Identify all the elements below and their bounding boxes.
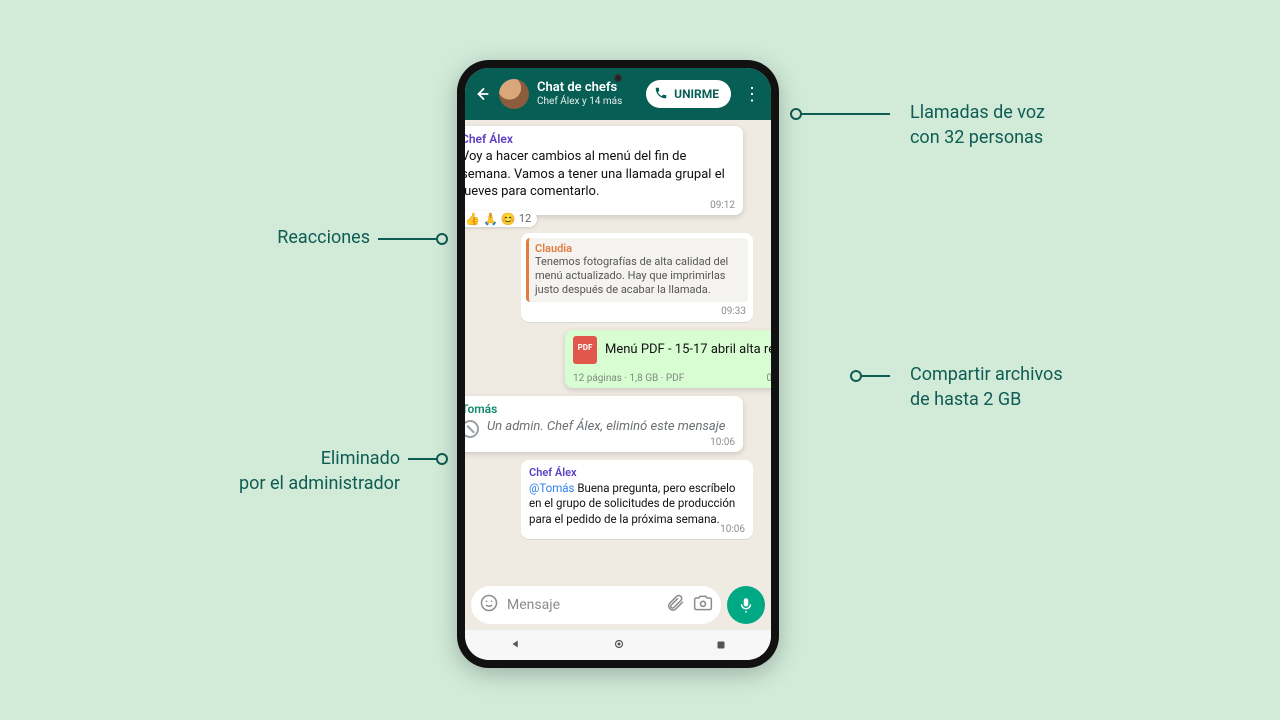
chat-title-block[interactable]: Chat de chefs Chef Álex y 14 más <box>537 81 638 106</box>
back-icon[interactable] <box>471 84 491 104</box>
message-time: 09:34 <box>767 373 772 384</box>
prohibited-icon <box>465 420 479 438</box>
callout-deleted-l2: por el administrador <box>150 471 400 496</box>
callout-voice-l1: Llamadas de voz <box>910 100 1160 125</box>
nav-back-icon[interactable] <box>509 636 523 655</box>
nav-home-icon[interactable] <box>612 636 626 655</box>
message-bubble[interactable]: Claudia Tenemos fotografías de alta cali… <box>521 233 753 322</box>
callout-voice-l2: con 32 personas <box>910 125 1160 150</box>
sender-name: Tomás <box>465 402 735 416</box>
group-avatar[interactable] <box>499 79 529 109</box>
phone-screen: Chat de chefs Chef Álex y 14 más UNIRME … <box>465 68 771 660</box>
reaction-emoji: 😊 <box>501 212 516 226</box>
nav-recent-icon[interactable] <box>715 636 727 655</box>
message-time: 09:12 <box>710 200 735 211</box>
deleted-text: Un admin. Chef Álex, eliminó este mensaj… <box>487 418 726 436</box>
message-bubble[interactable]: Chef Álex Voy a hacer cambios al menú de… <box>465 126 743 215</box>
input-placeholder: Mensaje <box>507 597 657 613</box>
sender-name: Chef Álex <box>465 132 735 146</box>
message-text: Voy a hacer cambios al menú del fin de s… <box>465 148 735 201</box>
callout-reactions: Reacciones <box>277 227 370 248</box>
deleted-message-bubble[interactable]: Tomás Un admin. Chef Álex, eliminó este … <box>465 396 743 452</box>
chat-body: Chef Álex Voy a hacer cambios al menú de… <box>465 120 771 580</box>
reaction-emoji: 👍 <box>465 212 480 226</box>
camera-icon[interactable] <box>693 593 713 617</box>
message-bubble[interactable]: Chef Álex @Tomás Buena pregunta, pero es… <box>521 460 753 540</box>
reaction-emoji: 🙏 <box>483 212 498 226</box>
message-input[interactable]: Mensaje <box>471 586 721 624</box>
message-text: @Tomás Buena pregunta, pero escríbelo en… <box>529 481 745 528</box>
quoted-message[interactable]: Claudia Tenemos fotografías de alta cali… <box>526 238 748 302</box>
join-call-button[interactable]: UNIRME <box>646 80 731 108</box>
message-time: 10:06 <box>720 524 745 535</box>
callout-deleted-l1: Eliminado <box>150 446 400 471</box>
chat-header: Chat de chefs Chef Álex y 14 más UNIRME … <box>465 68 771 120</box>
attach-icon[interactable] <box>665 593 685 617</box>
pdf-file-icon <box>573 336 597 364</box>
file-message-bubble[interactable]: Menú PDF - 15-17 abril alta res 12 págin… <box>565 330 771 388</box>
chat-subtitle: Chef Álex y 14 más <box>537 96 638 107</box>
reaction-count: 12 <box>519 212 531 225</box>
join-label: UNIRME <box>674 87 719 101</box>
lead-line <box>408 458 438 460</box>
message-time: 09:33 <box>526 306 748 317</box>
phone-frame: Chat de chefs Chef Álex y 14 más UNIRME … <box>457 60 779 668</box>
quote-sender: Claudia <box>535 242 742 255</box>
sender-name: Chef Álex <box>529 466 745 479</box>
android-nav-bar <box>465 630 771 660</box>
file-name: Menú PDF - 15-17 abril alta res <box>605 342 771 357</box>
reactions-pill[interactable]: 👍 🙏 😊 12 <box>465 211 537 227</box>
emoji-icon[interactable] <box>479 593 499 617</box>
message-time: 10:06 <box>710 437 735 448</box>
chat-title: Chat de chefs <box>537 81 638 95</box>
mention[interactable]: @Tomás <box>529 481 574 495</box>
lead-line <box>860 375 890 377</box>
menu-dots-icon[interactable]: ⋮ <box>739 84 765 105</box>
lead-line <box>378 238 438 240</box>
callout-files-l1: Compartir archivos <box>910 362 1160 387</box>
file-meta: 12 páginas · 1,8 GB · PDF <box>573 373 684 384</box>
callout-files-l2: de hasta 2 GB <box>910 387 1160 412</box>
quote-text: Tenemos fotografías de alta calidad del … <box>535 255 742 298</box>
lead-line <box>800 113 890 115</box>
composer: Mensaje <box>465 580 771 630</box>
mic-button[interactable] <box>727 586 765 624</box>
phone-icon <box>654 86 668 103</box>
